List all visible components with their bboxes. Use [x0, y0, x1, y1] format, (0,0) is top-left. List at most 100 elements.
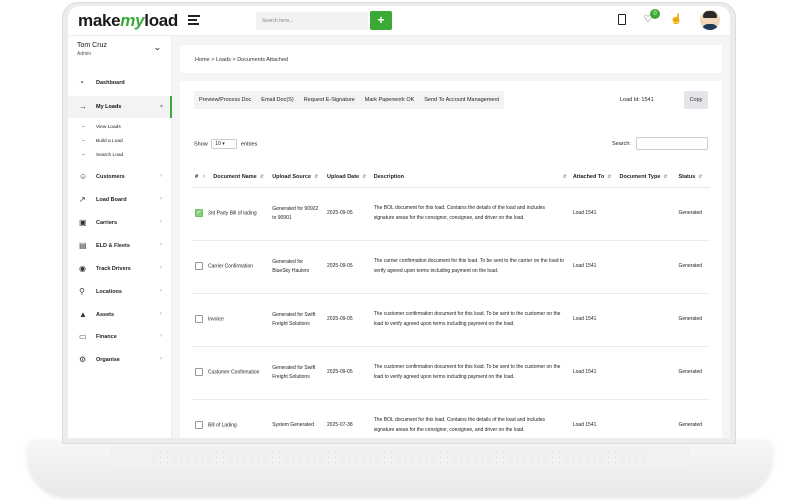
sidebar-item-assets[interactable]: ▲ Assets ›: [68, 304, 172, 326]
upload-source-cell: Generated for 90922 to 90901: [269, 187, 325, 241]
hand-icon[interactable]: ☝: [670, 14, 682, 26]
user-role: Admin: [77, 51, 92, 57]
attached-to-cell: Load 1541: [569, 346, 617, 400]
row-checkbox[interactable]: [195, 315, 203, 324]
email-docs-button[interactable]: Email Doc(S): [256, 91, 299, 109]
table-row[interactable]: Bill of Lading System Generated 2025-07-…: [192, 399, 710, 438]
user-name[interactable]: Tom Cruz: [77, 42, 107, 49]
sidebar-item-finance[interactable]: ▭ Finance ›: [68, 326, 172, 348]
menu-toggle-icon[interactable]: [188, 15, 200, 25]
description-cell: The BOL document for this load. Contains…: [370, 187, 570, 241]
description-cell: The carrier confirmation document for th…: [370, 240, 570, 294]
upload-date-cell: 2025-09-05: [324, 187, 371, 241]
chevron-down-icon[interactable]: ⌄: [153, 43, 162, 52]
chevron-right-icon: ›: [160, 242, 162, 248]
status-cell: Generated: [675, 399, 710, 438]
wallet-icon: ▭: [79, 332, 87, 341]
column-header-document-name[interactable]: Document Name ⇵: [210, 167, 270, 188]
mark-paperwork-ok-button[interactable]: Mark Paperwork OK: [359, 91, 420, 109]
table-row[interactable]: Customer Confirmation Generated for Swif…: [192, 346, 710, 400]
table-row[interactable]: ✓ 3rd Party Bill of lading Generated for …: [192, 187, 710, 241]
chevron-right-icon: ›: [160, 333, 162, 339]
column-header-number[interactable]: # ˄: [192, 167, 211, 188]
chevron-right-icon: ›: [160, 219, 162, 225]
upload-source-cell: System Generated: [269, 399, 325, 438]
description-cell: The BOL document for this load. Contains…: [370, 399, 570, 438]
document-name-cell: Carrier Confirmation: [192, 240, 270, 294]
document-type-cell: [616, 399, 676, 438]
table-row[interactable]: Carrier Confirmation Generated for BlueS…: [192, 240, 710, 294]
document-type-cell: [616, 240, 676, 294]
action-toolbar: Preview/Process Doc Email Doc(S) Request…: [194, 91, 505, 109]
table-search-input[interactable]: [636, 137, 708, 150]
copy-button[interactable]: Copy: [684, 91, 708, 109]
chevron-right-icon: ›: [160, 311, 162, 317]
sidebar-item-customers[interactable]: ☺ Customers ›: [68, 166, 172, 188]
entries-control: Show 10 ▾ entries: [194, 139, 258, 149]
document-name-cell: Invoice: [192, 293, 270, 347]
breadcrumb-card: Home > Loads > Documents Attached: [180, 45, 722, 73]
document-name-cell: Customer Confirmation: [192, 346, 270, 400]
documents-card: Preview/Process Doc Email Doc(S) Request…: [180, 81, 722, 438]
attached-to-cell: Load 1541: [569, 187, 617, 241]
entries-select[interactable]: 10 ▾: [211, 139, 238, 149]
global-search-input[interactable]: Search here...: [256, 12, 368, 30]
status-cell: Generated: [675, 346, 710, 400]
sidebar-item-my-loads[interactable]: → My Loads ▾: [68, 96, 172, 118]
dashboard-icon: ◔: [79, 78, 84, 87]
column-header-attached-to[interactable]: Attached To ⇵: [569, 167, 617, 188]
upload-date-cell: 2025-07-38: [324, 399, 371, 438]
chevron-right-icon: ›: [160, 265, 162, 271]
column-header-status[interactable]: Status ⇵: [675, 167, 710, 188]
sidebar-item-carriers[interactable]: ▣ Carriers ›: [68, 212, 172, 234]
row-checkbox[interactable]: [195, 368, 203, 377]
bag-icon: ▲: [79, 310, 87, 319]
chevron-right-icon: ›: [160, 288, 162, 294]
breadcrumb[interactable]: Home > Loads > Documents Attached: [195, 57, 288, 63]
row-checkbox[interactable]: [195, 421, 203, 430]
notification-badge: 0: [650, 9, 660, 19]
user-avatar[interactable]: [700, 10, 720, 30]
load-id: Load Id: 1541: [620, 97, 654, 103]
chevron-down-icon: ▾: [160, 104, 164, 110]
table-row[interactable]: Invoice Generated for Swift Freight Solu…: [192, 293, 710, 347]
column-header-upload-date[interactable]: Upload Date ⇵: [324, 167, 371, 188]
upload-source-cell: Generated for BlueSky Haulers: [269, 240, 325, 294]
document-type-cell: [616, 346, 676, 400]
users-icon: ☺: [79, 172, 88, 181]
sidebar-item-track-drivers[interactable]: ◉ Track Drivers ›: [68, 258, 172, 280]
sidebar-item-eld-fleets[interactable]: ▤ ELD & Fleets ›: [68, 235, 172, 257]
laptop-mockup: makemyload Search here... + ♡ 0 ☝ Tom Cr…: [0, 0, 800, 500]
sidebar-subitem-build-load[interactable]: Build a Load: [68, 136, 172, 148]
preview-process-doc-button[interactable]: Preview/Process Doc: [194, 91, 257, 109]
send-to-account-management-button[interactable]: Send To Account Management: [419, 91, 505, 109]
add-button[interactable]: +: [370, 11, 392, 30]
location-pin-icon: ◉: [79, 264, 86, 273]
sidebar-item-dashboard[interactable]: ◔ Dashboard: [68, 72, 172, 94]
sidebar-item-organise[interactable]: ⚙ Organise ›: [68, 349, 172, 371]
upload-source-cell: Generated for Swift Freight Solutions: [269, 293, 325, 347]
sidebar-item-locations[interactable]: ⚲ Locations ›: [68, 281, 172, 303]
app-screen: makemyload Search here... + ♡ 0 ☝ Tom Cr…: [68, 6, 730, 438]
documents-table: # ˄ Document Name ⇵ Upload Source ⇵ Upload…: [192, 167, 710, 438]
request-esignature-button[interactable]: Request E-Signature: [298, 91, 360, 109]
chevron-right-icon: ›: [160, 173, 162, 179]
column-header-upload-source[interactable]: Upload Source ⇵: [269, 167, 325, 188]
column-header-document-type[interactable]: Document Type ⇵: [616, 167, 676, 188]
document-name-cell: ✓ 3rd Party Bill of lading: [192, 187, 270, 241]
sidebar-item-load-board[interactable]: ↗ Load Board ›: [68, 189, 172, 211]
row-checkbox[interactable]: [195, 262, 203, 271]
attached-to-cell: Load 1541: [569, 293, 617, 347]
truck-icon: →: [79, 102, 87, 111]
brand-logo[interactable]: makemyload: [78, 11, 178, 31]
document-icon[interactable]: [616, 14, 628, 26]
description-cell: The customer confirmation document for t…: [370, 293, 570, 347]
document-type-cell: [616, 187, 676, 241]
column-header-description[interactable]: Description ⇵: [370, 167, 570, 188]
document-name-cell: Bill of Lading: [192, 399, 270, 438]
sidebar-subitem-view-loads[interactable]: View Loads: [68, 122, 172, 134]
sidebar-subitem-search-load[interactable]: Search Load: [68, 150, 172, 162]
upload-date-cell: 2025-09-05: [324, 346, 371, 400]
chevron-right-icon: ›: [160, 356, 162, 362]
row-checkbox[interactable]: ✓: [195, 209, 203, 218]
